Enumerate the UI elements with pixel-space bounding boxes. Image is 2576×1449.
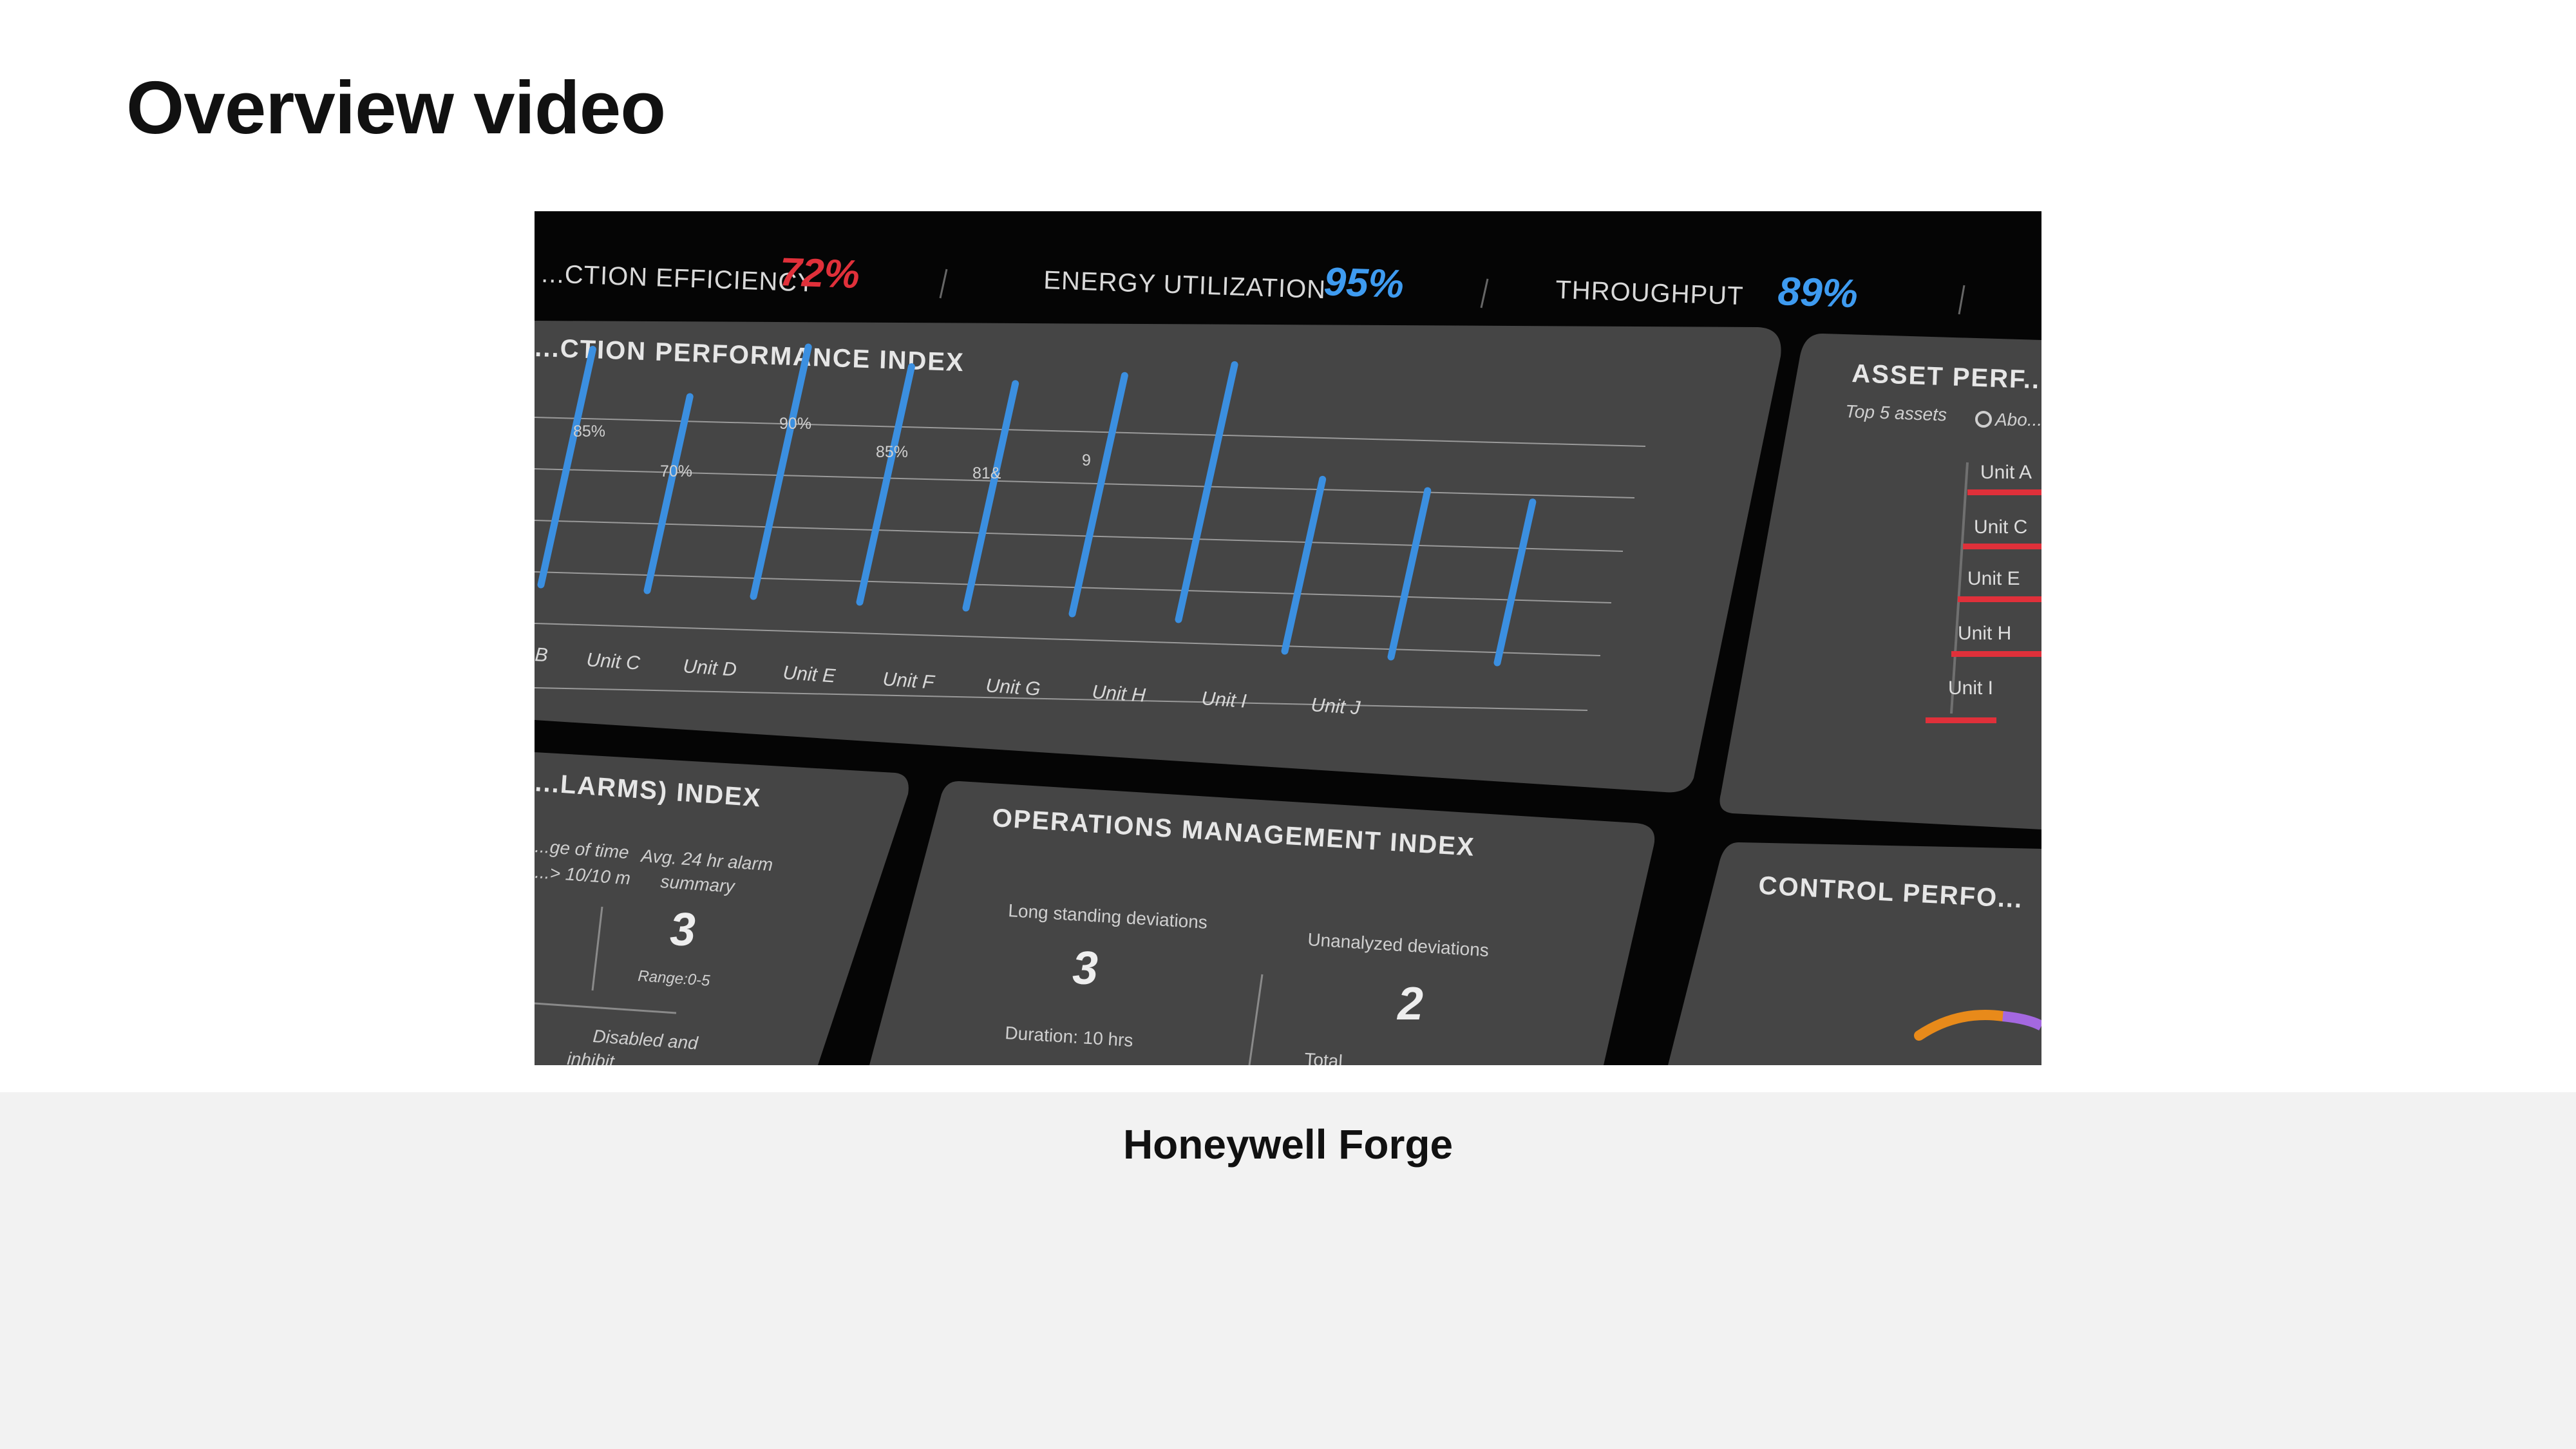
asset-option-label: Abo... bbox=[1994, 410, 2041, 430]
operations-metric-2-sub: Total... bbox=[1304, 1049, 1358, 1065]
unit-label-7: Unit I bbox=[1201, 688, 1247, 712]
kpi-throughput-value: 89% bbox=[1777, 269, 1859, 316]
asset-unit-3: Unit H bbox=[1958, 623, 2011, 644]
asset-unit-2: Unit E bbox=[1967, 568, 2020, 589]
bar-label-3: 85% bbox=[876, 443, 908, 461]
unit-label-8: Unit J bbox=[1311, 694, 1362, 719]
asset-unit-1: Unit C bbox=[1974, 516, 2027, 538]
unit-label-2: Unit D bbox=[683, 656, 737, 681]
page-title: Overview video bbox=[126, 66, 666, 149]
alarms-value: 3 bbox=[670, 904, 696, 956]
kpi-energy-value: 95% bbox=[1323, 260, 1405, 307]
bar-label-2: 90% bbox=[779, 415, 811, 433]
kpi-strip: ...CTION EFFICIENCY 72% ENERGY UTILIZATI… bbox=[541, 250, 1965, 316]
unit-label-4: Unit F bbox=[882, 668, 936, 694]
video-caption: Honeywell Forge bbox=[1122, 1121, 1454, 1168]
overview-video[interactable]: ...CTION EFFICIENCY 72% ENERGY UTILIZATI… bbox=[535, 211, 2041, 1065]
unit-label-1: Unit C bbox=[586, 649, 641, 674]
bar-label-1: 70% bbox=[660, 462, 692, 480]
kpi-efficiency-value: 72% bbox=[779, 250, 860, 297]
kpi-efficiency-label: ...CTION EFFICIENCY bbox=[541, 260, 816, 298]
bar-label-4: 81& bbox=[972, 464, 1001, 482]
unit-label-6: Unit H bbox=[1092, 681, 1147, 706]
unit-label-5: Unit G bbox=[985, 675, 1041, 700]
unit-label-3: Unit E bbox=[782, 662, 837, 687]
bar-label-0: 85% bbox=[573, 422, 605, 440]
kpi-energy-label: ENERGY UTILIZATION bbox=[1043, 266, 1327, 304]
video-dashboard-still: ...CTION EFFICIENCY 72% ENERGY UTILIZATI… bbox=[535, 250, 2041, 1065]
kpi-throughput-label: THROUGHPUT bbox=[1555, 276, 1745, 310]
asset-unit-4: Unit I bbox=[1948, 677, 1993, 699]
unit-label-0: B bbox=[535, 644, 549, 666]
operations-metric-1-value: 3 bbox=[1072, 943, 1098, 994]
bar-label-5: 9 bbox=[1082, 451, 1091, 469]
asset-panel-subtitle: Top 5 assets bbox=[1845, 401, 1947, 424]
asset-unit-0: Unit A bbox=[1980, 462, 2032, 483]
operations-metric-2-value: 2 bbox=[1396, 978, 1423, 1030]
